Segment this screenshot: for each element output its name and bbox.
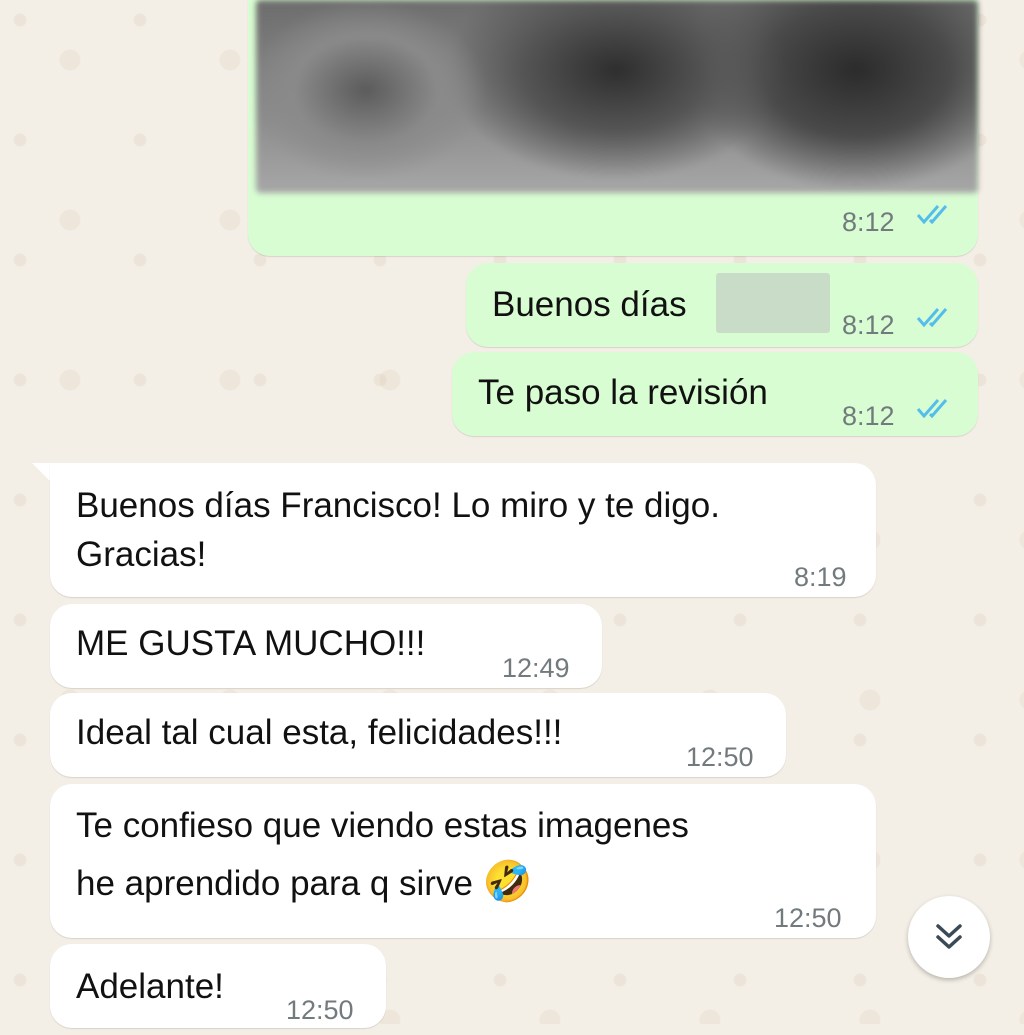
incoming-message[interactable]: Adelante! 12:50: [50, 944, 386, 1028]
message-text-line: Buenos días Francisco! Lo miro y te digo…: [76, 486, 720, 525]
message-time: 12:49: [502, 653, 570, 683]
message-time: 8:12: [842, 207, 895, 237]
blurred-image[interactable]: [256, 0, 978, 193]
outgoing-image-message[interactable]: 8:12: [248, 0, 978, 256]
incoming-message[interactable]: Ideal tal cual esta, felicidades!!! 12:5…: [50, 693, 786, 777]
read-ticks-icon: [916, 205, 948, 225]
outgoing-message[interactable]: Buenos días 8:12: [466, 263, 978, 347]
message-text: Buenos días: [492, 285, 687, 324]
double-chevron-down-icon: [936, 924, 962, 949]
message-time: 8:12: [842, 310, 895, 340]
message-text-line: Gracias!: [76, 535, 207, 574]
message-time: 8:12: [842, 401, 895, 431]
message-time: 12:50: [686, 742, 754, 772]
incoming-message[interactable]: Te confieso que viendo estas imagenes he…: [50, 784, 876, 938]
message-text-line: he aprendido para q sirve 🤣: [76, 858, 532, 908]
rolling-laughing-emoji: 🤣: [482, 860, 533, 904]
outgoing-message[interactable]: Te paso la revisión 8:12: [452, 352, 978, 436]
read-ticks-icon: [916, 399, 948, 419]
blurred-name: [716, 273, 830, 333]
message-text: Adelante!: [76, 967, 224, 1006]
incoming-message[interactable]: ME GUSTA MUCHO!!! 12:49: [50, 604, 602, 688]
message-time: 12:50: [286, 995, 354, 1025]
message-text: ME GUSTA MUCHO!!!: [76, 624, 426, 663]
scroll-to-bottom-button[interactable]: [908, 896, 990, 978]
incoming-message[interactable]: Buenos días Francisco! Lo miro y te digo…: [50, 463, 876, 597]
message-text: Te paso la revisión: [478, 373, 768, 412]
message-text-line: Te confieso que viendo estas imagenes: [76, 806, 689, 845]
message-time: 12:50: [774, 903, 842, 933]
read-ticks-icon: [916, 308, 948, 328]
message-time: 8:19: [794, 562, 847, 592]
message-text: he aprendido para q sirve: [76, 864, 473, 903]
message-text: Ideal tal cual esta, felicidades!!!: [76, 713, 563, 752]
